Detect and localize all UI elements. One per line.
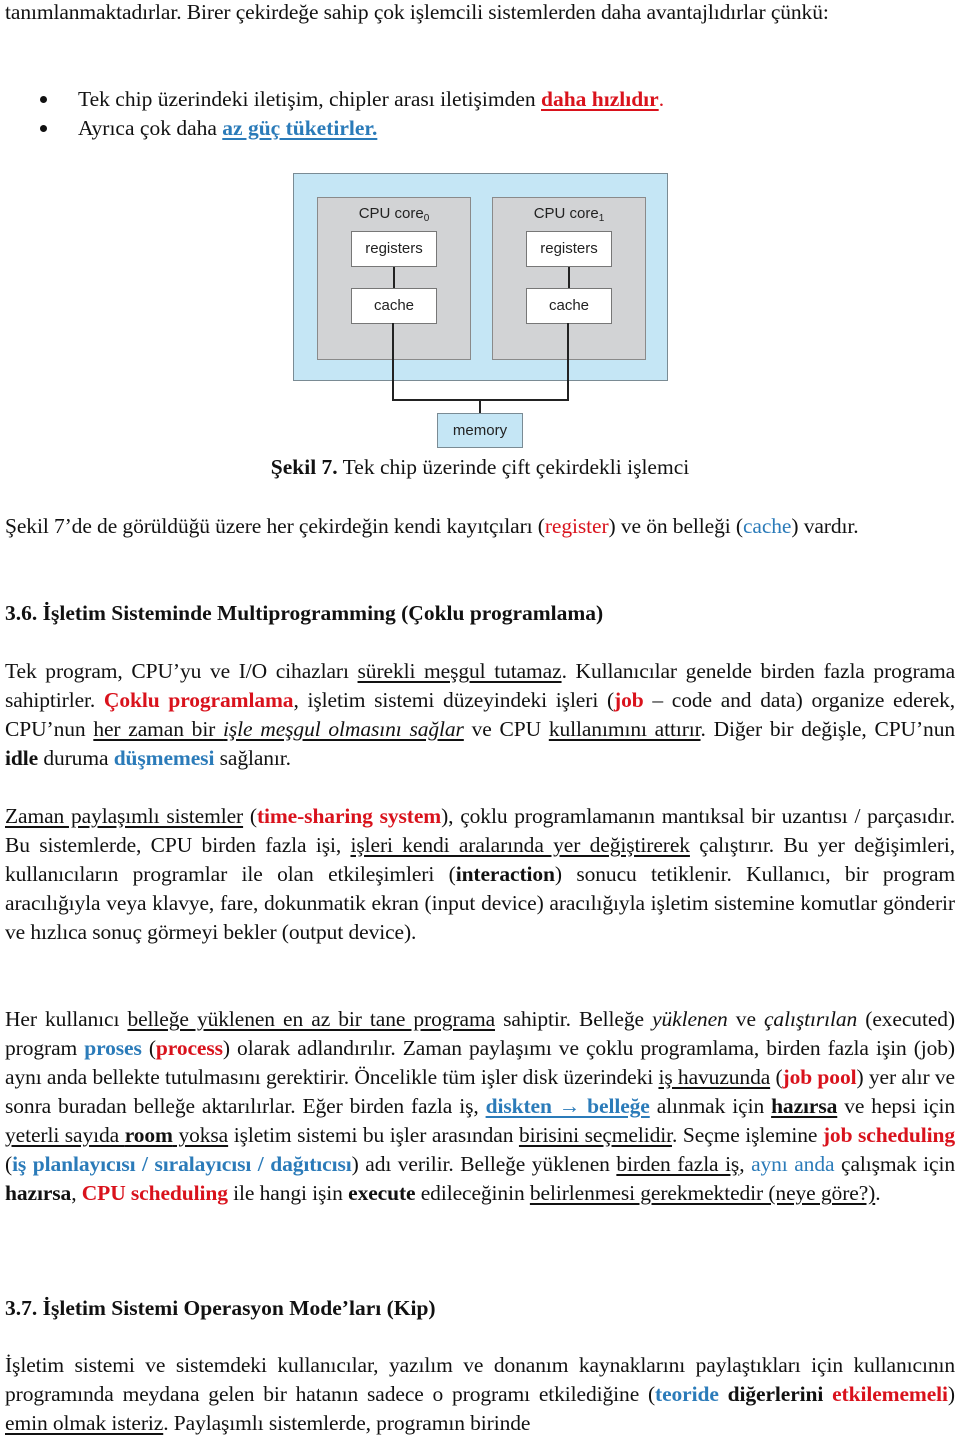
cpu-core-1: CPU core1 registers cache [492, 197, 646, 360]
bus-line-core0 [392, 323, 394, 401]
process-paragraph: Her kullanıcı belleğe yüklenen en az bir… [5, 1007, 956, 1205]
dual-core-diagram: CPU core0 registers cache CPU core1 regi… [293, 173, 668, 450]
bus-line-core1 [567, 323, 569, 401]
time-sharing-paragraph: Zaman paylaşımlı sistemler (time-sharing… [5, 804, 956, 944]
multiprogramming-paragraph: Tek program, CPU’yu ve I/O cihazları sür… [5, 659, 956, 770]
bullet-icon [40, 125, 47, 132]
advantages-list: Tek chip üzerindeki iletişim, chipler ar… [40, 85, 664, 143]
connector-line [568, 267, 570, 288]
connector-line [393, 267, 395, 288]
section-heading-3-7: 3.7. İşletim Sistemi Operasyon Mode’ları… [5, 1296, 436, 1320]
chip-box: CPU core0 registers cache CPU core1 regi… [293, 173, 668, 381]
memory-box: memory [437, 413, 523, 448]
cpu-core-0: CPU core0 registers cache [317, 197, 471, 360]
core-title: CPU core0 [358, 205, 430, 224]
registers-box: registers [526, 231, 612, 267]
bus-line-memory [479, 399, 481, 414]
caption-text: Tek chip üzerinde çift çekirdekli işlemc… [337, 455, 690, 479]
registers-box: registers [351, 231, 437, 267]
core-title: CPU core1 [533, 205, 605, 224]
highlight-low-power: az güç tüketirler. [222, 116, 378, 140]
caption-label: Şekil 7. [270, 455, 338, 479]
section-heading-3-6: 3.6. İşletim Sisteminde Multiprogramming… [5, 601, 604, 625]
intro-text: tanımlanmaktadırlar. Birer çekirdeğe sah… [5, 0, 829, 24]
cache-box: cache [351, 288, 437, 324]
highlight-faster: daha hızlıdır [541, 87, 659, 111]
intro-paragraph: tanımlanmaktadırlar. Birer çekirdeğe sah… [5, 0, 955, 27]
bullet-icon [40, 96, 47, 103]
operation-modes-paragraph: İşletim sistemi ve sistemdeki kullanıcıl… [5, 1353, 955, 1435]
figure-caption: Şekil 7. Tek chip üzerinde çift çekirdek… [0, 453, 960, 482]
list-item: Tek chip üzerindeki iletişim, chipler ar… [40, 85, 664, 114]
figure-description: Şekil 7’de de görüldüğü üzere her çekird… [5, 514, 859, 538]
list-item: Ayrıca çok daha az güç tüketirler. [40, 114, 664, 143]
cache-box: cache [526, 288, 612, 324]
